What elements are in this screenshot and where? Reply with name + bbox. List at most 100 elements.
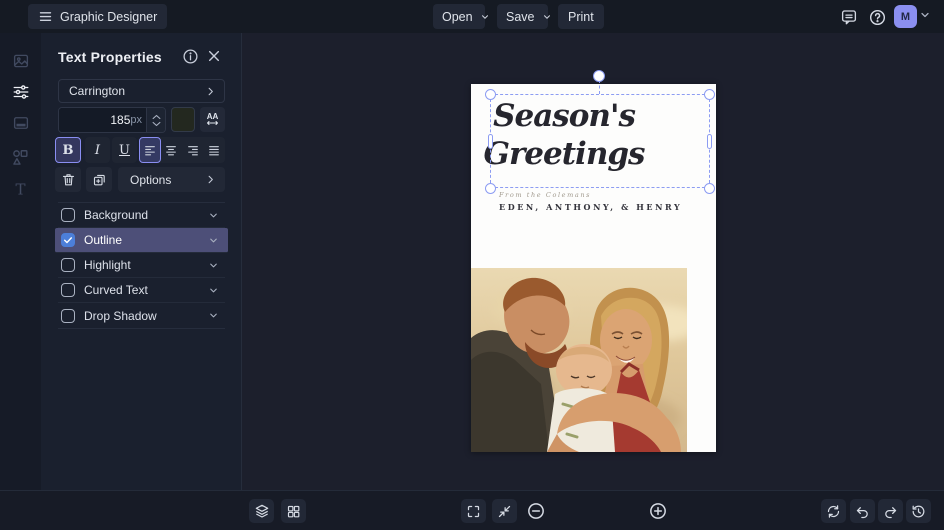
- help-button[interactable]: [865, 5, 890, 29]
- help-icon: [868, 8, 887, 27]
- delete-button[interactable]: [55, 167, 81, 192]
- image-icon: [12, 52, 30, 70]
- layout-card-icon: [12, 114, 30, 132]
- trash-icon: [62, 174, 74, 186]
- alignment-group: [139, 137, 225, 163]
- print-button[interactable]: Print: [558, 4, 604, 29]
- fit-screen-button[interactable]: [461, 499, 486, 523]
- info-icon[interactable]: [182, 48, 199, 65]
- chevron-down-icon[interactable]: [208, 260, 219, 271]
- checkbox[interactable]: [61, 208, 75, 222]
- toggle-outline[interactable]: Outline: [55, 228, 228, 253]
- bold-label: B: [62, 142, 74, 158]
- zoom-in-button[interactable]: [648, 501, 668, 521]
- rail-item-images[interactable]: [0, 47, 41, 75]
- font-family-select[interactable]: Carrington: [58, 79, 225, 103]
- text-tool-icon: T: [11, 180, 30, 199]
- underline-button[interactable]: U: [112, 137, 137, 163]
- font-size-stepper[interactable]: [146, 108, 165, 132]
- card-subline[interactable]: From the Colemans: [499, 191, 591, 199]
- refresh-button[interactable]: [821, 499, 846, 523]
- shrink-view-button[interactable]: [492, 499, 517, 523]
- redo-button[interactable]: [878, 499, 903, 523]
- minus-circle-icon: [528, 503, 544, 519]
- check-icon: [63, 237, 73, 244]
- refresh-icon: [827, 504, 840, 518]
- open-button[interactable]: Open: [433, 4, 488, 29]
- selection-handle-mid-left[interactable]: [488, 134, 493, 149]
- undo-button[interactable]: [850, 499, 875, 523]
- close-panel-icon[interactable]: [206, 48, 222, 64]
- chevron-down-icon[interactable]: [208, 210, 219, 221]
- bold-button[interactable]: B: [55, 137, 81, 163]
- family-photo[interactable]: [471, 268, 687, 452]
- card-names[interactable]: EDEN, ANTHONY, & HENRY: [499, 202, 682, 212]
- user-avatar[interactable]: M: [894, 5, 917, 28]
- rail-item-properties[interactable]: [0, 78, 41, 106]
- zoom-out-button[interactable]: [526, 501, 546, 521]
- toggle-drop-shadow[interactable]: Drop Shadow: [58, 303, 225, 328]
- save-button[interactable]: Save: [497, 4, 550, 29]
- chat-icon: [840, 8, 858, 26]
- tool-rail: T: [0, 33, 41, 490]
- text-properties-panel: Text Properties Carrington 185 px AA B I…: [41, 33, 242, 490]
- chevron-right-icon: [205, 86, 216, 97]
- checkbox[interactable]: [61, 233, 75, 247]
- chevron-right-icon: [208, 175, 213, 184]
- top-bar: Graphic Designer Open Save Print M: [0, 0, 944, 33]
- chevron-down-icon[interactable]: [208, 310, 219, 321]
- checkbox[interactable]: [61, 258, 75, 272]
- toggle-highlight[interactable]: Highlight: [58, 253, 225, 278]
- align-center-button[interactable]: [161, 137, 183, 163]
- selection-handle-top-right[interactable]: [704, 89, 715, 100]
- chevron-down-icon[interactable]: [208, 285, 219, 296]
- hamburger-menu-icon: [38, 9, 53, 24]
- history-button[interactable]: [906, 499, 931, 523]
- align-left-button[interactable]: [139, 137, 161, 163]
- toggle-label: Highlight: [84, 258, 131, 272]
- toggle-label: Outline: [84, 233, 123, 247]
- comments-button[interactable]: [836, 5, 861, 29]
- layers-icon: [255, 504, 268, 518]
- selection-box[interactable]: [490, 94, 710, 188]
- align-right-button[interactable]: [182, 137, 204, 163]
- font-size-input[interactable]: 185 px: [59, 108, 146, 132]
- pages-grid-button[interactable]: [281, 499, 306, 523]
- chevron-down-icon: [480, 12, 490, 22]
- rail-item-text[interactable]: T: [0, 175, 41, 203]
- selection-handle-top-left[interactable]: [485, 89, 496, 100]
- options-label: Options: [130, 172, 172, 187]
- main-menu-button[interactable]: Graphic Designer: [28, 4, 168, 29]
- toggle-label: Drop Shadow: [84, 308, 157, 323]
- rotate-handle[interactable]: [593, 70, 605, 82]
- toggle-background[interactable]: Background: [58, 203, 225, 228]
- toggle-curved-text[interactable]: Curved Text: [58, 278, 225, 303]
- account-menu-chevron-icon[interactable]: [919, 9, 931, 21]
- selection-handle-bottom-left[interactable]: [485, 183, 496, 194]
- align-left-icon: [144, 145, 155, 155]
- options-button[interactable]: Options: [118, 167, 225, 192]
- duplicate-button[interactable]: [86, 167, 112, 192]
- selection-handle-bottom-right[interactable]: [704, 183, 715, 194]
- text-color-swatch[interactable]: [171, 107, 195, 132]
- checkbox[interactable]: [61, 283, 75, 297]
- plus-circle-icon: [650, 503, 666, 519]
- save-button-label: Save: [506, 9, 535, 24]
- align-justify-button[interactable]: [204, 137, 226, 163]
- width-arrows-icon: [207, 121, 218, 125]
- rail-item-shapes[interactable]: [0, 143, 41, 171]
- layers-button[interactable]: [249, 499, 274, 523]
- text-effect-toggles: Background Outline Highlight Curved Text: [55, 202, 228, 329]
- letter-spacing-button[interactable]: AA: [200, 107, 225, 132]
- open-button-label: Open: [442, 9, 473, 24]
- shapes-icon: [11, 148, 30, 167]
- fullscreen-icon: [467, 505, 480, 517]
- italic-button[interactable]: I: [85, 137, 110, 163]
- align-center-icon: [166, 145, 177, 155]
- rail-item-templates[interactable]: [0, 109, 41, 137]
- checkbox[interactable]: [61, 308, 75, 323]
- selection-handle-mid-right[interactable]: [707, 134, 712, 149]
- app-title: Graphic Designer: [60, 9, 158, 24]
- chevron-down-icon[interactable]: [208, 235, 219, 246]
- bottom-bar: 28 %: [0, 490, 944, 530]
